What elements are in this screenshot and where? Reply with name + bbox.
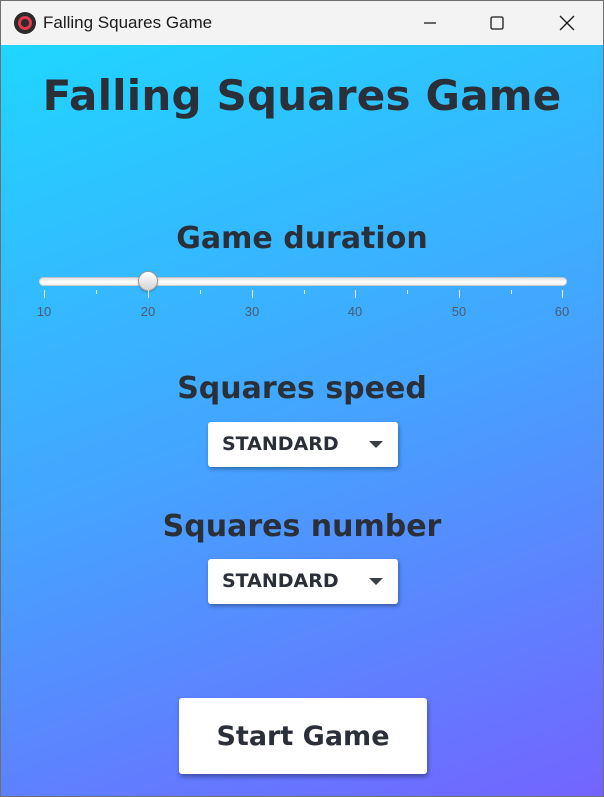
title-bar[interactable]: Falling Squares Game xyxy=(1,1,603,45)
slider-tick-label: 10 xyxy=(36,304,52,319)
maximize-icon xyxy=(490,16,504,30)
squares-speed-label: Squares speed xyxy=(177,371,427,406)
slider-tick xyxy=(44,290,45,298)
game-duration-slider[interactable]: 10 20 30 40 50 60 xyxy=(37,270,569,340)
close-button[interactable] xyxy=(532,1,602,45)
game-duration-label: Game duration xyxy=(176,221,428,256)
slider-tick xyxy=(562,290,563,298)
slider-tick-label: 60 xyxy=(554,304,570,319)
slider-tick xyxy=(304,290,305,294)
slider-tick xyxy=(96,290,97,294)
squares-number-label: Squares number xyxy=(162,509,442,544)
maximize-button[interactable] xyxy=(462,1,532,45)
slider-track[interactable] xyxy=(39,277,567,286)
slider-tick-label: 30 xyxy=(244,304,260,319)
caret-down-icon xyxy=(369,441,383,448)
slider-tick-label: 50 xyxy=(451,304,467,319)
squares-number-dropdown[interactable]: STANDARD xyxy=(208,559,398,604)
close-icon xyxy=(559,15,575,31)
page-title: Falling Squares Game xyxy=(42,71,562,120)
slider-tick xyxy=(148,290,149,298)
squares-speed-value: STANDARD xyxy=(222,433,339,455)
slider-tick-label: 20 xyxy=(140,304,156,319)
app-window: Falling Squares Game Falling Squares Gam… xyxy=(0,0,604,797)
game-settings-panel: Falling Squares Game Game duration 10 20… xyxy=(1,45,603,796)
slider-thumb[interactable] xyxy=(137,271,158,291)
squares-number-value: STANDARD xyxy=(222,570,339,592)
slider-tick xyxy=(407,290,408,294)
window-title: Falling Squares Game xyxy=(43,13,213,32)
slider-tick xyxy=(459,290,460,298)
slider-tick xyxy=(355,290,356,298)
squares-speed-dropdown[interactable]: STANDARD xyxy=(208,422,398,467)
slider-tick xyxy=(511,290,512,294)
caret-down-icon xyxy=(369,578,383,585)
start-game-button[interactable]: Start Game xyxy=(179,698,427,774)
minimize-button[interactable] xyxy=(395,1,465,45)
slider-tick xyxy=(252,290,253,298)
slider-tick xyxy=(200,290,201,294)
app-icon xyxy=(14,12,36,34)
slider-tick-label: 40 xyxy=(347,304,363,319)
minimize-icon xyxy=(424,22,436,24)
